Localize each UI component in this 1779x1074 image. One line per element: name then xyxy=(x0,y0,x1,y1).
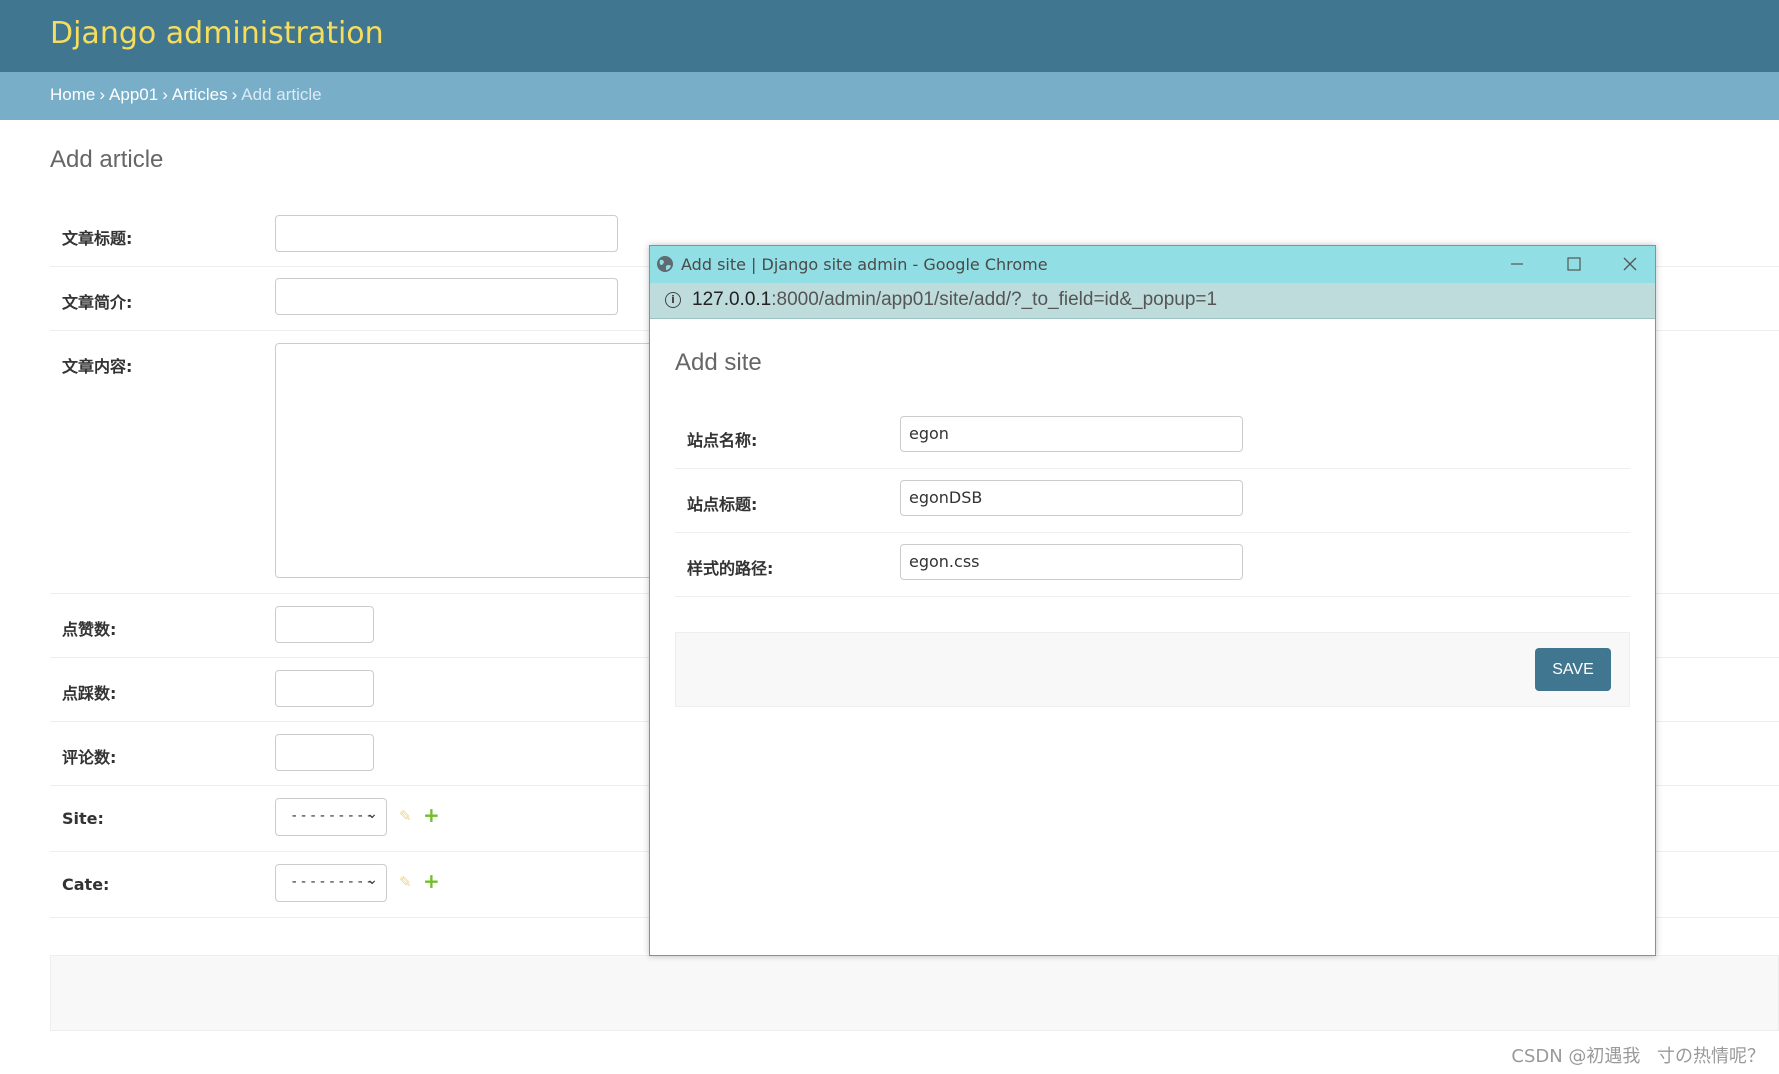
breadcrumb-app[interactable]: App01 xyxy=(109,85,158,104)
cate-select-value: --------- xyxy=(290,874,375,890)
pencil-icon[interactable]: ✎ xyxy=(399,807,412,825)
breadcrumb-model[interactable]: Articles xyxy=(172,85,228,104)
chevron-down-icon: ⌄ xyxy=(366,872,378,888)
plus-icon[interactable]: + xyxy=(423,803,440,827)
minimize-icon xyxy=(1511,263,1523,265)
dislikes-label: 点踩数: xyxy=(62,684,117,703)
info-icon[interactable]: i xyxy=(665,292,681,308)
site-select-value: --------- xyxy=(290,808,375,824)
breadcrumb-separator: › xyxy=(231,85,238,104)
breadcrumb-current: Add article xyxy=(241,85,322,104)
minimize-button[interactable] xyxy=(1495,250,1539,278)
window-title: Add site | Django site admin - Google Ch… xyxy=(681,255,1048,274)
url-text[interactable]: 127.0.0.1:8000/admin/app01/site/add/?_to… xyxy=(692,289,1217,311)
style-path-input[interactable]: egon.css xyxy=(900,544,1243,580)
save-button[interactable]: SAVE xyxy=(1535,648,1611,691)
close-button[interactable] xyxy=(1608,250,1652,278)
globe-icon xyxy=(657,256,673,272)
popup-row-title: 站点标题: egonDSB xyxy=(675,469,1630,533)
plus-icon[interactable]: + xyxy=(423,869,440,893)
site-name-label: 站点名称: xyxy=(687,431,758,450)
likes-input[interactable] xyxy=(275,606,374,643)
comments-input[interactable] xyxy=(275,734,374,771)
cate-label: Cate: xyxy=(62,875,110,894)
breadcrumb-home[interactable]: Home xyxy=(50,85,95,104)
title-input[interactable] xyxy=(275,215,618,252)
url-host: 127.0.0.1 xyxy=(692,289,772,310)
breadcrumb: Home › App01 › Articles › Add article xyxy=(0,72,1779,120)
chevron-down-icon: ⌄ xyxy=(366,806,378,822)
admin-header: Django administration xyxy=(0,0,1779,72)
close-icon xyxy=(1623,257,1637,271)
site-label: Site: xyxy=(62,809,104,828)
popup-row-name: 站点名称: egon xyxy=(675,405,1630,469)
watermark: CSDN @初遇我ㅤ寸の热情呢？ xyxy=(1511,1046,1765,1067)
maximize-icon xyxy=(1567,257,1581,271)
site-name-input[interactable]: egon xyxy=(900,416,1243,452)
title-label: 文章标题: xyxy=(62,229,133,248)
popup-row-style: 样式的路径: egon.css xyxy=(675,533,1630,597)
submit-row xyxy=(50,955,1779,1031)
breadcrumb-separator: › xyxy=(162,85,168,104)
page-title: Add article xyxy=(50,146,164,173)
cate-select[interactable]: --------- ⌄ xyxy=(275,864,387,902)
content-textarea[interactable] xyxy=(275,343,675,578)
content-label: 文章内容: xyxy=(62,357,133,376)
site-select[interactable]: --------- ⌄ xyxy=(275,798,387,836)
popup-submit-row: SAVE xyxy=(675,632,1630,707)
pencil-icon[interactable]: ✎ xyxy=(399,873,412,891)
url-path: :8000/admin/app01/site/add/?_to_field=id… xyxy=(771,289,1218,310)
intro-label: 文章简介: xyxy=(62,293,133,312)
maximize-button[interactable] xyxy=(1552,250,1596,278)
intro-input[interactable] xyxy=(275,278,618,315)
site-brand[interactable]: Django administration xyxy=(50,16,384,51)
popup-title: Add site xyxy=(675,349,762,376)
dislikes-input[interactable] xyxy=(275,670,374,707)
site-title-input[interactable]: egonDSB xyxy=(900,480,1243,516)
popup-window: Add site | Django site admin - Google Ch… xyxy=(649,245,1656,956)
likes-label: 点赞数: xyxy=(62,620,117,639)
address-bar[interactable]: i 127.0.0.1:8000/admin/app01/site/add/?_… xyxy=(650,283,1655,319)
window-titlebar[interactable]: Add site | Django site admin - Google Ch… xyxy=(650,246,1655,283)
breadcrumb-separator: › xyxy=(99,85,106,104)
comments-label: 评论数: xyxy=(62,748,117,767)
style-path-label: 样式的路径: xyxy=(687,559,774,578)
site-title-label: 站点标题: xyxy=(687,495,758,514)
